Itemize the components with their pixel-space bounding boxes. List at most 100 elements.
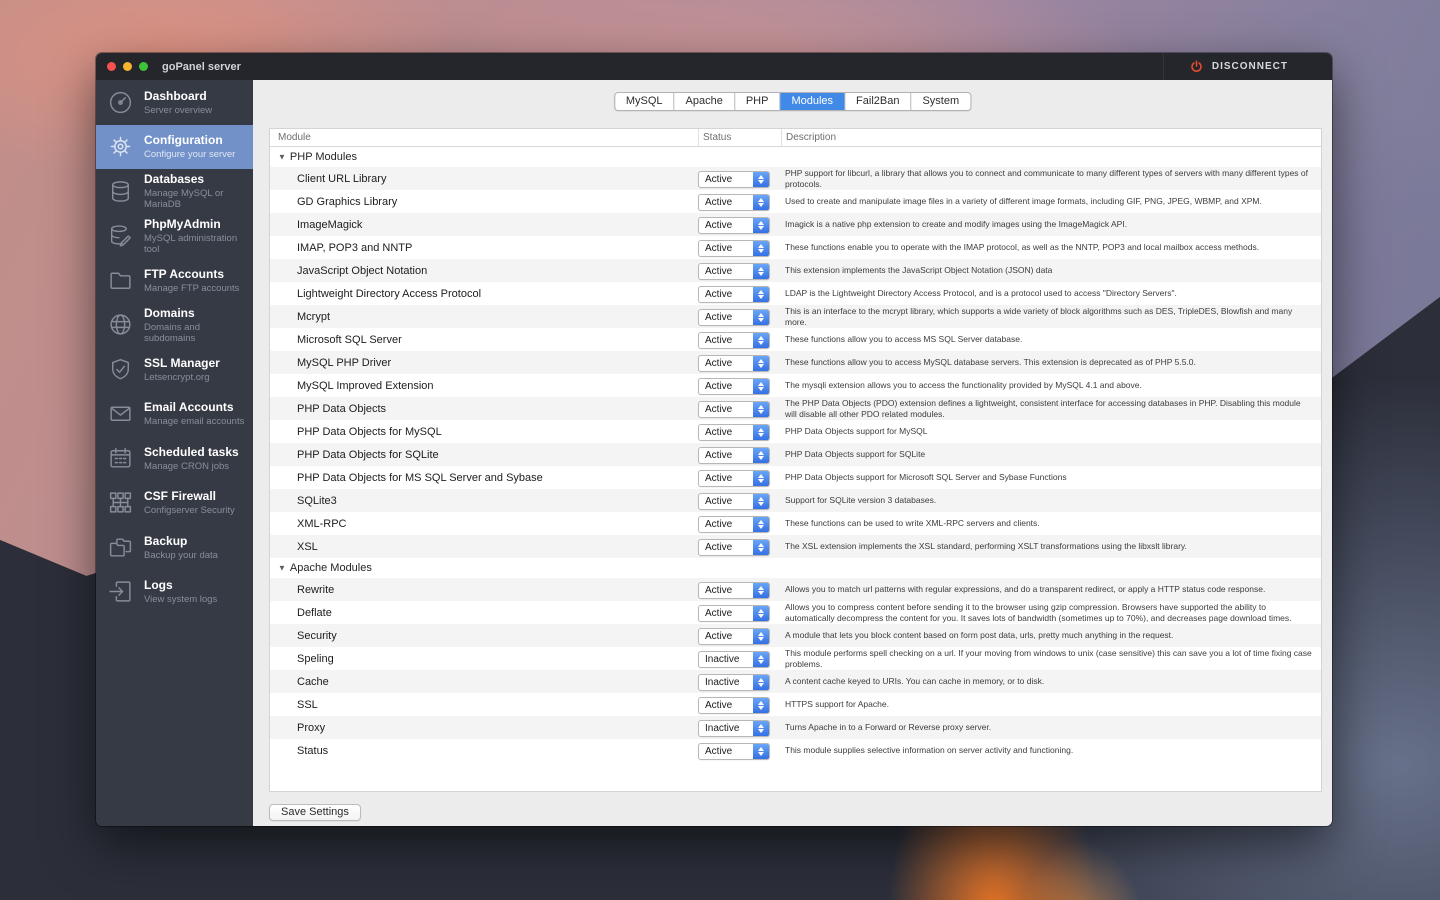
chevron-up-icon <box>758 266 764 271</box>
table-row: Cache Inactive A content cache keyed to UR… <box>270 670 1321 693</box>
module-name: SQLite3 <box>297 494 337 507</box>
module-description: PHP Data Objects support for SQLite <box>785 449 926 460</box>
status-cell: Active <box>698 626 781 645</box>
database-icon <box>107 178 134 205</box>
module-description: This module supplies selective informati… <box>785 745 1074 756</box>
status-dropdown[interactable]: Active <box>698 194 770 211</box>
status-value: Active <box>705 197 733 208</box>
status-dropdown[interactable]: Active <box>698 378 770 395</box>
chevron-down-icon <box>758 272 764 277</box>
tab-fail2ban[interactable]: Fail2Ban <box>845 93 912 110</box>
status-dropdown[interactable]: Inactive <box>698 720 770 737</box>
status-dropdown[interactable]: Active <box>698 217 770 234</box>
status-dropdown[interactable]: Active <box>698 447 770 464</box>
status-dropdown[interactable]: Active <box>698 539 770 556</box>
tab-apache[interactable]: Apache <box>674 93 735 110</box>
sidebar-item-backup[interactable]: Backup Backup your data <box>96 525 253 570</box>
table-row: PHP Data Objects for MS SQL Server and S… <box>270 466 1321 489</box>
sidebar-item-phpmyadmin[interactable]: PhpMyAdmin MySQL administration tool <box>96 214 253 259</box>
table-row: Deflate Active Allows you to compress cont… <box>270 601 1321 624</box>
sidebar-item-email-accounts[interactable]: Email Accounts Manage email accounts <box>96 392 253 437</box>
zoom-button[interactable] <box>139 62 148 71</box>
module-description: A module that lets you block content bas… <box>785 630 1174 641</box>
sidebar-item-scheduled-tasks[interactable]: Scheduled tasks Manage CRON jobs <box>96 436 253 481</box>
status-dropdown[interactable]: Active <box>698 401 770 418</box>
table-row: GD Graphics Library Active Used to create … <box>270 190 1321 213</box>
sidebar-item-title: FTP Accounts <box>144 266 225 281</box>
sidebar-item-logs[interactable]: Logs View system logs <box>96 570 253 615</box>
status-dropdown[interactable]: Inactive <box>698 651 770 668</box>
minimize-button[interactable] <box>123 62 132 71</box>
status-dropdown[interactable]: Active <box>698 355 770 372</box>
status-value: Active <box>705 358 733 369</box>
disconnect-button[interactable]: DISCONNECT <box>1162 53 1332 80</box>
close-button[interactable] <box>107 62 116 71</box>
status-value: Active <box>705 496 733 507</box>
status-dropdown[interactable]: Active <box>698 516 770 533</box>
status-dropdown[interactable]: Active <box>698 470 770 487</box>
dropdown-arrows-icon <box>753 629 769 644</box>
tab-php[interactable]: PHP <box>734 93 781 110</box>
disclosure-triangle-icon: ▼ <box>278 152 286 161</box>
chevron-down-icon <box>758 226 764 231</box>
module-name: XSL <box>297 540 318 553</box>
status-dropdown[interactable]: Active <box>698 286 770 303</box>
sidebar-item-domains[interactable]: Domains Domains and subdomains <box>96 303 253 348</box>
chevron-down-icon <box>758 180 764 185</box>
status-dropdown[interactable]: Active <box>698 605 770 622</box>
status-dropdown[interactable]: Active <box>698 628 770 645</box>
sidebar-item-databases[interactable]: Databases Manage MySQL or MariaDB <box>96 169 253 214</box>
chevron-up-icon <box>758 220 764 225</box>
sidebar-item-csf-firewall[interactable]: CSF Firewall Configserver Security <box>96 481 253 526</box>
sidebar-item-ssl-manager[interactable]: SSL Manager Letsencrypt.org <box>96 347 253 392</box>
status-dropdown[interactable]: Active <box>698 332 770 349</box>
tab-modules[interactable]: Modules <box>780 93 846 110</box>
sidebar-item-ftp-accounts[interactable]: FTP Accounts Manage FTP accounts <box>96 258 253 303</box>
folder-icon <box>107 267 134 294</box>
module-name: PHP Data Objects for MySQL <box>297 425 442 438</box>
table-row: Status Active This module supplies selecti… <box>270 739 1321 762</box>
sidebar-item-configuration[interactable]: Configuration Configure your server <box>96 124 253 169</box>
status-cell: Active <box>698 261 781 280</box>
dropdown-arrows-icon <box>753 448 769 463</box>
module-description: A content cache keyed to URIs. You can c… <box>785 676 1045 687</box>
dropdown-arrows-icon <box>753 471 769 486</box>
status-value: Active <box>705 631 733 642</box>
status-dropdown[interactable]: Inactive <box>698 674 770 691</box>
chevron-down-icon <box>758 203 764 208</box>
section-header-apache-modules[interactable]: ▼ Apache Modules <box>270 558 1321 578</box>
status-dropdown[interactable]: Active <box>698 240 770 257</box>
status-value: Active <box>705 542 733 553</box>
table-row: PHP Data Objects for MySQL Active PHP Data… <box>270 420 1321 443</box>
status-dropdown[interactable]: Active <box>698 309 770 326</box>
section-header-php-modules[interactable]: ▼ PHP Modules <box>270 147 1321 167</box>
sidebar-item-title: CSF Firewall <box>144 489 217 504</box>
dropdown-arrows-icon <box>753 675 769 690</box>
chevron-up-icon <box>758 700 764 705</box>
status-dropdown[interactable]: Active <box>698 697 770 714</box>
sidebar-item-dashboard[interactable]: Dashboard Server overview <box>96 80 253 125</box>
module-description: PHP Data Objects support for MySQL <box>785 426 928 437</box>
module-description: LDAP is the Lightweight Directory Access… <box>785 288 1177 299</box>
status-dropdown[interactable]: Active <box>698 171 770 188</box>
main-content: MySQL Apache PHP Modules Fail2Ban System Modu… <box>253 80 1332 826</box>
chevron-down-icon <box>758 387 764 392</box>
module-description: The XSL extension implements the XSL sta… <box>785 541 1187 552</box>
chevron-up-icon <box>758 450 764 455</box>
tab-system[interactable]: System <box>911 93 971 110</box>
status-dropdown[interactable]: Active <box>698 424 770 441</box>
chevron-up-icon <box>758 519 764 524</box>
module-description: These functions enable you to operate wi… <box>785 242 1260 253</box>
chevron-down-icon <box>758 706 764 711</box>
status-dropdown[interactable]: Active <box>698 493 770 510</box>
status-cell: Active <box>698 695 781 714</box>
section-title: PHP Modules <box>289 151 357 163</box>
status-dropdown[interactable]: Active <box>698 582 770 599</box>
chevron-down-icon <box>758 341 764 346</box>
tab-mysql[interactable]: MySQL <box>614 93 675 110</box>
module-name: MySQL Improved Extension <box>297 379 434 392</box>
status-dropdown[interactable]: Active <box>698 263 770 280</box>
status-dropdown[interactable]: Active <box>698 743 770 760</box>
module-name: Speling <box>297 652 334 665</box>
save-settings-button[interactable]: Save Settings <box>269 804 361 821</box>
